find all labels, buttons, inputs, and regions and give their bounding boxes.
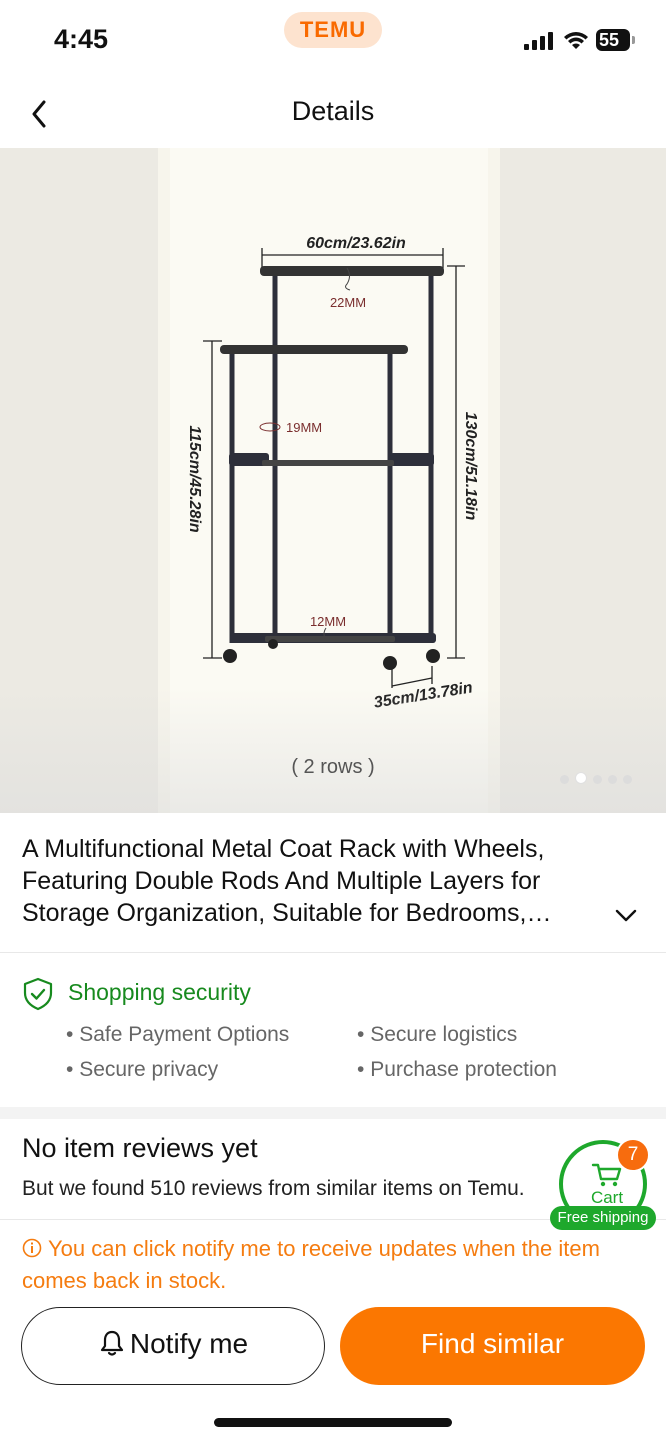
security-item-label: Safe Payment Options xyxy=(79,1023,290,1046)
notify-me-label: Notify me xyxy=(129,1328,249,1359)
find-similar-label: Find similar xyxy=(420,1328,565,1359)
info-icon xyxy=(22,1238,42,1258)
cellular-signal-icon xyxy=(524,32,553,50)
battery-icon: 55 xyxy=(596,29,636,51)
find-similar-button[interactable]: Find similar xyxy=(340,1307,645,1385)
nav-bar: Details xyxy=(0,80,666,149)
reviews-title: No item reviews yet xyxy=(22,1133,258,1163)
security-item-label: Secure privacy xyxy=(79,1058,219,1081)
shield-check-icon xyxy=(23,977,53,1011)
carousel-dot xyxy=(560,775,569,784)
security-item: • Safe Payment Options xyxy=(66,1023,290,1046)
stock-notice-text: You can click notify me to receive updat… xyxy=(22,1236,600,1293)
cart-button[interactable]: Cart 7 Free shipping xyxy=(550,1138,657,1234)
dim-left-height-label: 115cm/45.28in xyxy=(186,425,203,533)
carousel-dot xyxy=(623,775,632,784)
wifi-icon xyxy=(564,32,588,49)
shopping-security-section[interactable]: Shopping security • Safe Payment Options… xyxy=(0,953,666,1107)
reviews-subtitle: But we found 510 reviews from similar it… xyxy=(22,1177,525,1200)
product-image-carousel[interactable]: 60cm/23.62in 22MM 19MM 12MM 115cm/45.28i… xyxy=(0,148,666,813)
dim-mid-rod-label: 19MM xyxy=(286,420,322,435)
status-bar: 4:45 TEMU 55 xyxy=(0,0,666,80)
carousel-indicator xyxy=(560,771,638,784)
temu-logo: TEMU xyxy=(284,12,382,48)
dim-top-rod-label: 22MM xyxy=(330,295,366,310)
cart-count-badge: 7 xyxy=(616,1138,650,1172)
security-item: • Secure logistics xyxy=(357,1023,518,1046)
home-indicator[interactable] xyxy=(214,1418,452,1427)
notify-me-button[interactable]: Notify me xyxy=(21,1307,325,1385)
cart-label: Cart xyxy=(590,1188,624,1207)
carousel-dot-active xyxy=(575,772,587,784)
security-title: Shopping security xyxy=(68,979,251,1005)
free-shipping-badge: Free shipping xyxy=(550,1206,656,1230)
security-item-label: Secure logistics xyxy=(370,1023,518,1046)
security-item-label: Purchase protection xyxy=(370,1058,557,1081)
chevron-down-icon[interactable] xyxy=(612,901,640,929)
carousel-dot xyxy=(593,775,602,784)
battery-level: 55 xyxy=(596,29,630,51)
page-title: Details xyxy=(291,96,375,126)
stock-notice: You can click notify me to receive updat… xyxy=(22,1233,632,1297)
product-title-section[interactable]: A Multifunctional Metal Coat Rack with W… xyxy=(0,813,666,953)
section-divider xyxy=(0,1107,666,1119)
dim-right-height-label: 130cm/51.18in xyxy=(462,412,479,521)
bell-icon xyxy=(100,1330,123,1356)
carousel-dot xyxy=(608,775,617,784)
shopping-cart-icon xyxy=(591,1163,622,1187)
status-time: 4:45 xyxy=(54,24,109,54)
dim-width-label: 60cm/23.62in xyxy=(306,235,406,252)
dim-bottom-rod-label: 12MM xyxy=(310,614,346,629)
security-item: • Secure privacy xyxy=(66,1058,219,1081)
security-item: • Purchase protection xyxy=(357,1058,557,1081)
product-title: A Multifunctional Metal Coat Rack with W… xyxy=(22,835,545,927)
